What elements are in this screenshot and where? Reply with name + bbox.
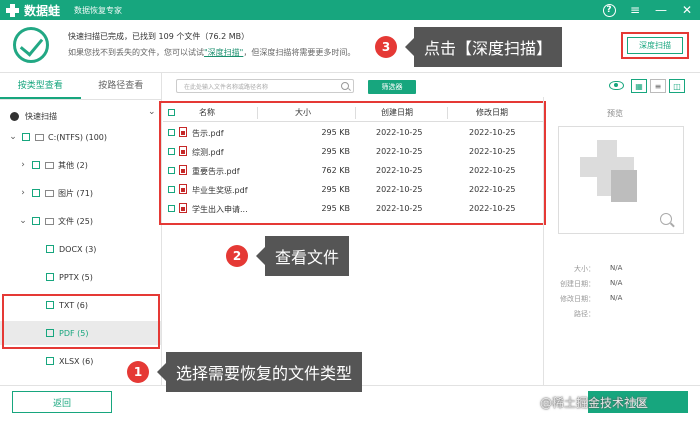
grid-view-button[interactable]: ▦ xyxy=(631,79,647,93)
help-button[interactable]: ? xyxy=(596,0,622,20)
scan-hint-suffix: ，但深度扫描将需要更多时间。 xyxy=(243,48,356,57)
chevron-right-icon[interactable]: › xyxy=(18,160,28,170)
detail-view-button[interactable]: ◫ xyxy=(669,79,685,93)
quick-scan-selector[interactable]: 快速扫描 xyxy=(10,105,57,127)
meta-size-label: 大小： xyxy=(574,265,595,273)
meta-size-value: N/A xyxy=(610,264,623,272)
tree-item-docx[interactable]: DOCX (3) xyxy=(46,238,96,260)
tree-item-label: 其他 (2) xyxy=(58,160,88,170)
meta-modified-value: N/A xyxy=(610,294,623,302)
tree-item-label: XLSX (6) xyxy=(59,356,94,366)
title-bar: 数据蛙 数据恢复专家 ? ≡ — ✕ xyxy=(0,0,700,20)
tree-item-other[interactable]: › 其他 (2) xyxy=(18,154,88,176)
app-logo: 数据蛙 xyxy=(6,2,60,19)
zoom-icon[interactable] xyxy=(660,213,672,225)
chevron-down-icon[interactable]: ⌄ xyxy=(8,132,18,142)
folder-icon xyxy=(45,161,54,169)
checkbox[interactable] xyxy=(46,357,54,365)
close-icon: ✕ xyxy=(681,3,693,17)
tree-item-label: 文件 (25) xyxy=(58,216,93,226)
checkbox[interactable] xyxy=(32,217,40,225)
chevron-right-icon[interactable]: › xyxy=(18,188,28,198)
tree-item-label: PPTX (5) xyxy=(59,272,93,282)
callout-3: 3 点击【深度扫描】 xyxy=(375,27,563,67)
meta-created-value: N/A xyxy=(610,279,623,287)
step-number: 3 xyxy=(375,36,397,58)
scan-status-area: 快速扫描已完成，已找到 109 个文件（76.2 MB） 如果您找不到丢失的文件… xyxy=(0,20,700,72)
scan-complete-check-icon xyxy=(13,27,49,63)
search-icon[interactable] xyxy=(341,82,349,90)
eye-icon[interactable] xyxy=(609,81,624,90)
callout-2: 2 查看文件 xyxy=(226,236,350,276)
deep-scan-link[interactable]: "深度扫描" xyxy=(204,48,243,57)
menu-button[interactable]: ≡ xyxy=(622,0,648,20)
callout-pointer xyxy=(157,363,166,381)
callout-pointer xyxy=(405,38,414,56)
callout-text: 选择需要恢复的文件类型 xyxy=(166,352,363,392)
checkbox[interactable] xyxy=(46,245,54,253)
step-number: 2 xyxy=(226,245,248,267)
grid-icon: ▦ xyxy=(635,81,643,91)
app-name: 数据蛙 xyxy=(24,3,61,18)
checkbox[interactable] xyxy=(22,133,30,141)
callout-text: 点击【深度扫描】 xyxy=(414,27,563,67)
meta-modified-label: 修改日期： xyxy=(560,295,595,303)
chevron-down-icon[interactable]: ⌄ xyxy=(148,107,156,117)
meta-created-label: 创建日期： xyxy=(560,280,595,288)
divider xyxy=(543,97,544,385)
chevron-down-icon[interactable]: ⌄ xyxy=(18,216,28,226)
help-icon: ? xyxy=(602,3,616,17)
filter-button[interactable]: 筛选器 xyxy=(368,80,416,94)
scan-hint-text: 如果您找不到丢失的文件，您可以试试"深度扫描"，但深度扫描将需要更多时间。 xyxy=(68,47,355,58)
meta-path-label: 路径： xyxy=(574,310,595,318)
list-view-button[interactable]: ≡ xyxy=(650,79,666,93)
preview-file-icon xyxy=(611,170,637,202)
view-mode-tabs: 按类型查看 按路径查看 xyxy=(0,73,161,100)
tab-by-type[interactable]: 按类型查看 xyxy=(0,73,81,99)
checkbox[interactable] xyxy=(46,273,54,281)
search-placeholder: 在此处输入文件名称或路径名称 xyxy=(184,84,269,91)
callout-text: 查看文件 xyxy=(265,236,350,276)
checkbox[interactable] xyxy=(32,189,40,197)
image-icon xyxy=(45,189,54,197)
tree-item-xlsx[interactable]: XLSX (6) xyxy=(46,350,93,372)
scan-hint-prefix: 如果您找不到丢失的文件，您可以试试 xyxy=(68,48,204,57)
check-circle-icon xyxy=(10,111,19,121)
tree-item-label: C:(NTFS) (100) xyxy=(48,132,107,142)
list-icon: ≡ xyxy=(654,81,662,91)
tree-item-label: 图片 (71) xyxy=(58,188,93,198)
callout-pointer xyxy=(256,247,265,265)
watermark: @稀土掘金技术社区 xyxy=(540,396,649,410)
checkbox[interactable] xyxy=(32,161,40,169)
scan-status-text: 快速扫描已完成，已找到 109 个文件（76.2 MB） xyxy=(68,32,250,41)
callout-1: 1 选择需要恢复的文件类型 xyxy=(127,352,363,392)
file-type-highlight xyxy=(2,294,160,349)
preview-title: 预览 xyxy=(607,109,623,118)
step-number: 1 xyxy=(127,361,149,383)
tree-item-documents[interactable]: ⌄ 文件 (25) xyxy=(18,210,93,232)
back-button[interactable]: 返回 xyxy=(12,391,112,413)
tree-item-pptx[interactable]: PPTX (5) xyxy=(46,266,93,288)
tree-item-label: DOCX (3) xyxy=(59,244,97,254)
menu-icon: ≡ xyxy=(629,3,641,17)
file-list-highlight xyxy=(159,101,546,225)
minimize-button[interactable]: — xyxy=(648,0,674,20)
deep-scan-button[interactable]: 深度扫描 xyxy=(627,37,683,54)
tree-item-drive[interactable]: ⌄ C:(NTFS) (100) xyxy=(8,126,107,148)
app-subtitle: 数据恢复专家 xyxy=(74,5,123,15)
drive-icon xyxy=(35,133,44,141)
quick-scan-label: 快速扫描 xyxy=(25,111,57,121)
minimize-icon: — xyxy=(655,3,667,17)
tree-item-images[interactable]: › 图片 (71) xyxy=(18,182,93,204)
logo-cross-icon xyxy=(6,3,19,17)
search-input[interactable]: 在此处输入文件名称或路径名称 xyxy=(176,79,354,93)
tab-by-path[interactable]: 按路径查看 xyxy=(81,73,162,99)
document-icon xyxy=(45,217,54,225)
close-button[interactable]: ✕ xyxy=(674,0,700,20)
detail-icon: ◫ xyxy=(673,81,681,91)
